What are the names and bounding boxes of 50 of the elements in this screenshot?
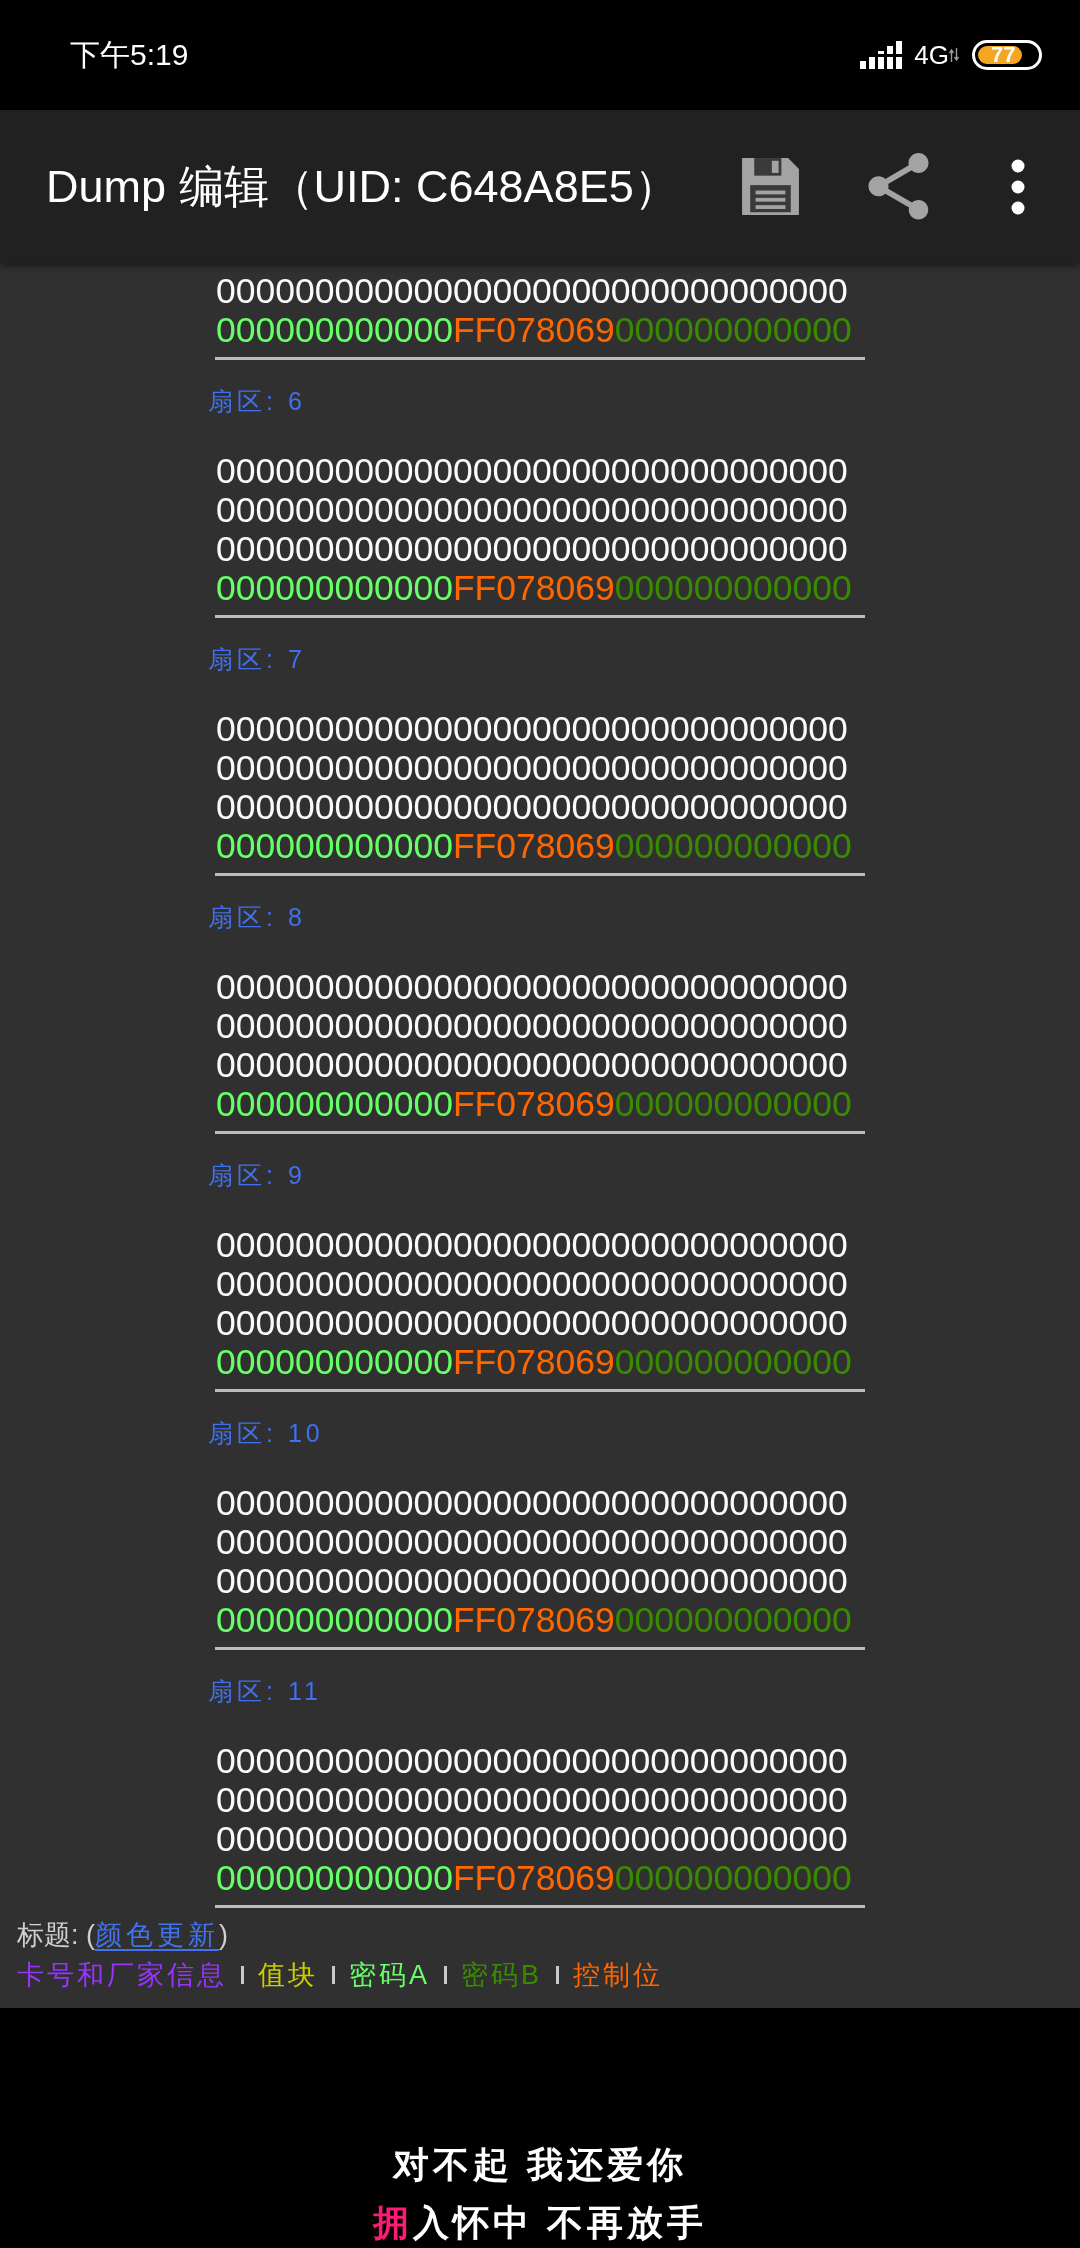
hex-line: 00000000000000000000000000000000 [216,491,848,530]
sector-title: 扇区: 6 [208,386,306,417]
hex-line: 000000000000FF078069000000000000 [216,827,852,866]
hex-line: 000000000000FF078069000000000000 [216,1601,852,1640]
sector-title: 扇区: 7 [208,644,306,675]
hex-line: 000000000000FF078069000000000000 [216,569,852,608]
more-menu-icon[interactable] [1011,158,1025,215]
hex-line: 00000000000000000000000000000000 [216,788,848,827]
color-update-link[interactable]: 颜色更新 [95,1920,219,1950]
battery-icon [972,40,1042,70]
data-arrows-icon [949,48,959,62]
hex-line: 000000000000FF078069000000000000 [216,1343,852,1382]
legend-item: 密码A [349,1959,430,1992]
network-type: 4G [914,40,949,70]
hex-line: 00000000000000000000000000000000 [216,1007,848,1046]
hex-line: 00000000000000000000000000000000 [216,1820,848,1859]
hex-line: 00000000000000000000000000000000 [216,1265,848,1304]
hex-line: 00000000000000000000000000000000 [216,452,848,491]
status-time: 下午5:19 [70,37,189,73]
hex-line: 00000000000000000000000000000000 [216,710,848,749]
hex-line: 000000000000FF078069000000000000 [216,311,852,350]
hex-line: 00000000000000000000000000000000 [216,1046,848,1085]
hex-line: 00000000000000000000000000000000 [216,1742,848,1781]
hex-line: 00000000000000000000000000000000 [216,272,848,311]
sector-title: 扇区: 11 [208,1676,322,1707]
lyric-line: 拥入怀中 不再放手 [373,2201,707,2245]
legend-title: 标题: (颜色更新) [17,1919,228,1952]
legend-item: 密码B [461,1959,543,1992]
hex-line: 00000000000000000000000000000000 [216,1781,848,1820]
legend-item: 值块 [258,1959,318,1992]
hex-line: 000000000000FF078069000000000000 [216,1859,852,1898]
hex-line: 00000000000000000000000000000000 [216,1226,848,1265]
battery-percent: 77 [991,42,1016,68]
sector-title: 扇区: 8 [208,902,306,933]
hex-line: 00000000000000000000000000000000 [216,749,848,788]
toolbar-title: Dump 编辑（UID: C648A8E5） [46,159,680,214]
sector-title: 扇区: 9 [208,1160,306,1191]
hex-line: 00000000000000000000000000000000 [216,1562,848,1601]
legend-item: 控制位 [573,1959,664,1992]
sector-title: 扇区: 10 [208,1418,324,1449]
hex-line: 000000000000FF078069000000000000 [216,1085,852,1124]
legend-item: 卡号和厂家信息 [17,1959,227,1992]
hex-line: 00000000000000000000000000000000 [216,530,848,569]
lyric-line: 对不起 我还爱你 [393,2143,687,2187]
hex-line: 00000000000000000000000000000000 [216,1304,848,1343]
hex-line: 00000000000000000000000000000000 [216,1484,848,1523]
share-icon[interactable] [867,153,930,220]
hex-line: 00000000000000000000000000000000 [216,1523,848,1562]
hex-line: 00000000000000000000000000000000 [216,968,848,1007]
signal-icon [860,41,905,69]
